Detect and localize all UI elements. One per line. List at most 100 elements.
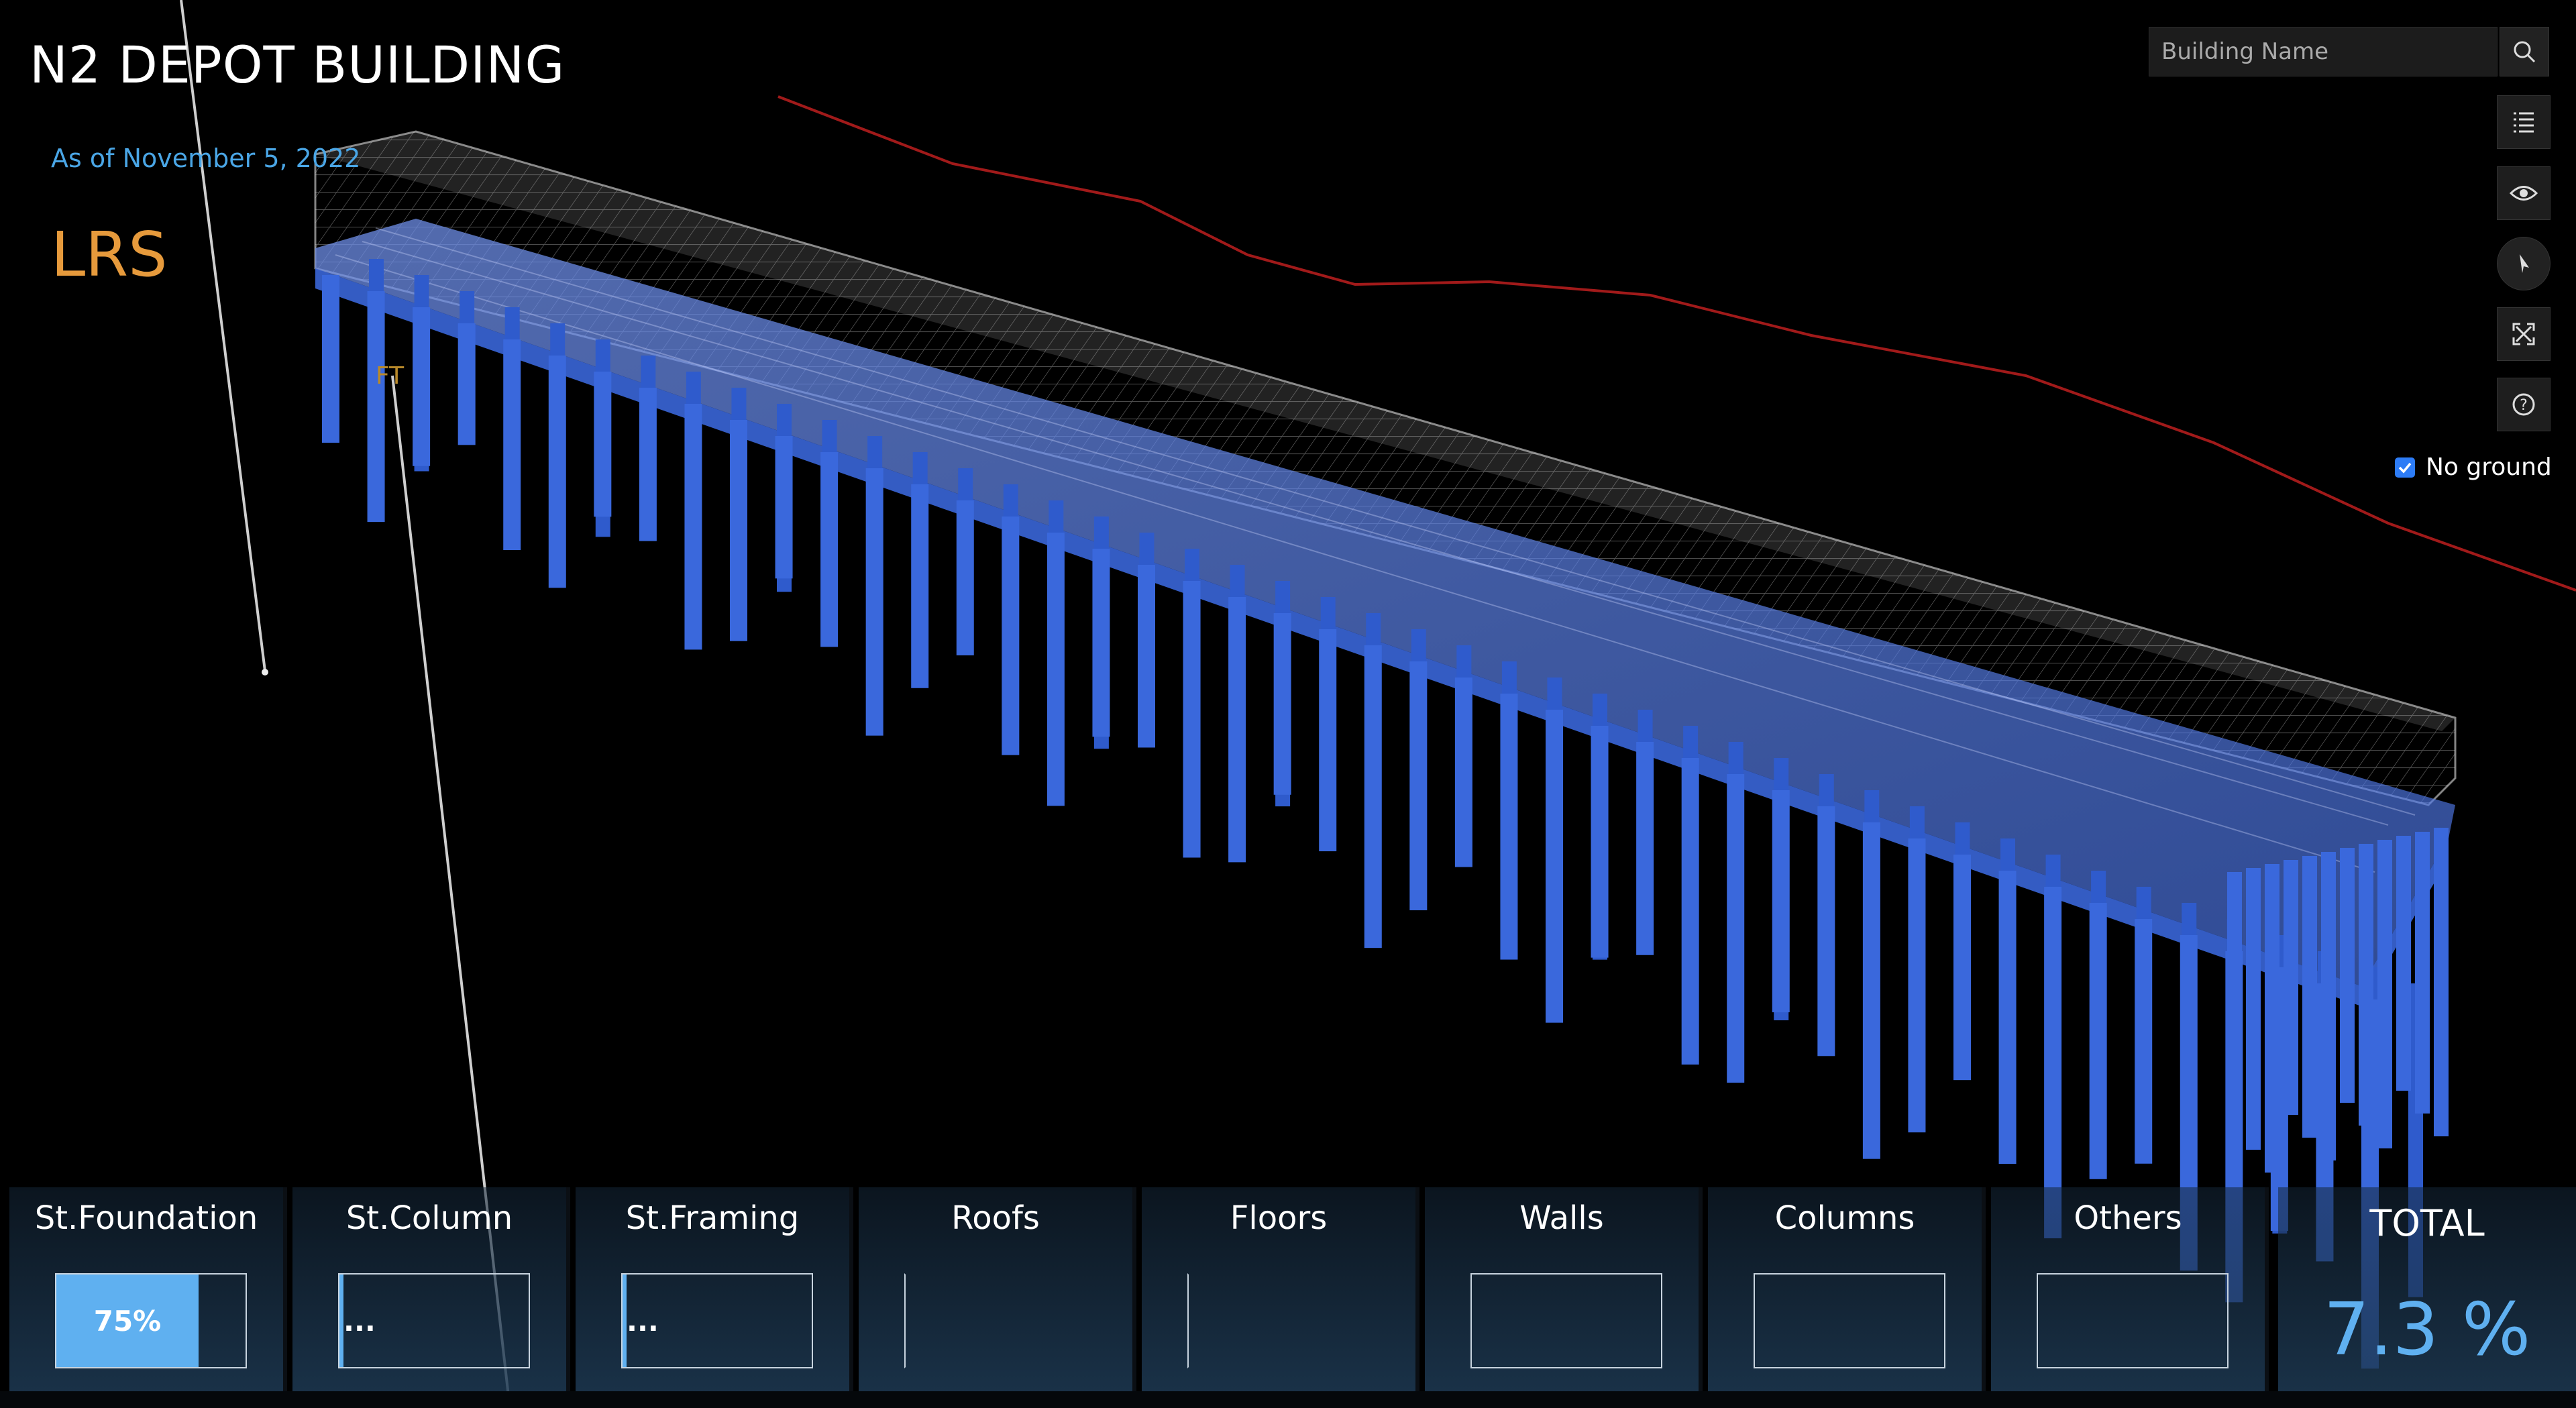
progress-label: St.Foundation	[34, 1199, 258, 1237]
progress-cell: Others	[1991, 1187, 2269, 1391]
as-of-date: As of November 5, 2022	[51, 144, 361, 173]
scene-marker-label: FT	[376, 362, 405, 390]
foundation-pile	[2396, 836, 2411, 1091]
progress-bar	[1187, 1273, 1379, 1368]
foundation-pile	[2284, 860, 2298, 1115]
foundation-pile	[367, 291, 385, 523]
foundation-pile	[2135, 919, 2153, 1164]
total-value: 7.3 %	[2323, 1288, 2531, 1372]
progress-label: Others	[2074, 1199, 2182, 1237]
foundation-pile	[2044, 887, 2062, 1239]
progress-bar	[1754, 1273, 1945, 1368]
foundation-pile	[1454, 678, 1472, 867]
progress-cell: Roofs	[859, 1187, 1136, 1391]
foundation-pile	[2265, 864, 2279, 1173]
foundation-pile	[2415, 832, 2430, 1114]
foundation-slab	[315, 219, 2455, 986]
progress-bar	[904, 1273, 1096, 1368]
progress-cell: Columns	[1708, 1187, 1986, 1391]
progress-label: St.Framing	[625, 1199, 800, 1237]
foundation-pile	[1002, 517, 1020, 755]
foundation-pile	[1183, 581, 1201, 858]
layer-list-icon	[2514, 112, 2534, 133]
progress-cell: St.Framing ...	[576, 1187, 853, 1391]
foundation-pile	[820, 452, 839, 647]
progress-cell: Floors	[1142, 1187, 1419, 1391]
foundation-pile	[956, 500, 974, 655]
foundation-pile	[1500, 694, 1518, 960]
foundation-pile	[2377, 840, 2392, 1148]
foundation-pile	[2089, 903, 2107, 1179]
progress-cell: St.Column ...	[292, 1187, 570, 1391]
compass-button[interactable]	[2497, 237, 2551, 290]
foundation-pile	[1727, 774, 1745, 1083]
foundation-pile	[1546, 710, 1563, 1023]
foundation-pile	[1228, 597, 1246, 863]
search-button[interactable]	[2500, 27, 2549, 76]
progress-bar	[2037, 1273, 2229, 1368]
reference-line	[180, 0, 266, 671]
foundation-pile	[1772, 790, 1790, 1013]
progress-label: St.Column	[345, 1199, 513, 1237]
visibility-button[interactable]	[2497, 166, 2551, 220]
foundation-pile	[503, 339, 521, 551]
foundation-pile	[2340, 848, 2355, 1103]
foundation-pile	[2434, 828, 2449, 1136]
fullscreen-icon	[2512, 323, 2535, 345]
no-ground-checkbox[interactable]	[2395, 457, 2415, 478]
foundation-pile	[911, 484, 929, 688]
progress-bar: 75%	[55, 1273, 247, 1368]
foundation-pile	[1591, 726, 1609, 958]
progress-label: Floors	[1230, 1199, 1328, 1237]
progress-label: Roofs	[951, 1199, 1040, 1237]
building-search	[2149, 27, 2498, 76]
foundation-pile	[1138, 565, 1155, 748]
progress-value: 75%	[93, 1304, 162, 1338]
no-ground-toggle[interactable]: No ground	[2395, 453, 2552, 481]
fullscreen-button[interactable]	[2497, 307, 2551, 361]
foundation-pile	[2359, 844, 2373, 1126]
foundation-pile	[730, 420, 747, 641]
checkmark-icon	[2398, 462, 2412, 474]
foundation-pile	[684, 404, 702, 650]
no-ground-label: No ground	[2426, 453, 2552, 481]
total-cell: TOTAL 7.3 %	[2278, 1187, 2576, 1391]
progress-bar: ...	[338, 1273, 530, 1368]
progress-panel: St.Foundation 75% St.Column ... St.Frami…	[0, 1187, 2576, 1408]
foundation-pile	[1636, 742, 1654, 955]
help-button[interactable]: ?	[2497, 378, 2551, 431]
compass-icon	[2520, 254, 2529, 273]
progress-value: ...	[343, 1304, 376, 1338]
foundation-pile	[2321, 852, 2336, 1160]
foundation-pile	[639, 388, 657, 541]
progress-value: ...	[627, 1304, 659, 1338]
foundation-pile	[548, 356, 566, 588]
foundation-pile	[1862, 822, 1880, 1159]
foundation-pile	[2227, 872, 2242, 1127]
page-title: N2 DEPOT BUILDING	[30, 35, 566, 95]
progress-label: Walls	[1519, 1199, 1604, 1237]
building-name-input[interactable]	[2149, 28, 2498, 76]
help-icon: ?	[2512, 393, 2535, 416]
foundation-pile	[775, 436, 793, 579]
progress-bar: ...	[621, 1273, 813, 1368]
foundation-pile	[1092, 549, 1110, 737]
foundation-pile	[1998, 871, 2017, 1165]
foundation-pile	[1681, 758, 1699, 1065]
foundation-pile	[2246, 868, 2261, 1150]
foundation-pile	[458, 323, 476, 445]
layer-list-button[interactable]	[2497, 95, 2551, 149]
site-code: LRS	[51, 219, 168, 290]
foundation-pile	[1817, 806, 1835, 1057]
foundation-pile	[594, 372, 612, 517]
foundation-pile	[322, 275, 339, 443]
foundation-pile	[2302, 856, 2317, 1138]
progress-cell: St.Foundation 75%	[9, 1187, 287, 1391]
foundation-pile	[1364, 645, 1382, 949]
progress-label: Columns	[1774, 1199, 1915, 1237]
foundation-pile	[1409, 661, 1428, 910]
svg-text:?: ?	[2520, 397, 2528, 414]
foundation-pile	[865, 468, 883, 736]
progress-bar	[1470, 1273, 1662, 1368]
eye-icon	[2510, 186, 2538, 201]
